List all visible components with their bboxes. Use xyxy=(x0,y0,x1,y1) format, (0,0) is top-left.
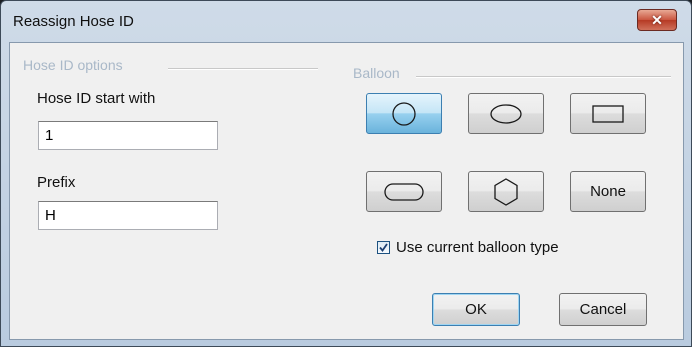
balloon-hexagon-button[interactable] xyxy=(468,171,544,212)
none-button-label: None xyxy=(590,183,626,200)
dialog-body: Hose ID options Hose ID start with Prefi… xyxy=(9,42,684,340)
checkmark-icon xyxy=(379,243,388,252)
balloon-rounded-rectangle-button[interactable] xyxy=(366,171,442,212)
close-button[interactable]: ✕ xyxy=(637,9,677,31)
balloon-divider xyxy=(416,76,671,78)
rounded-rectangle-shape-icon xyxy=(384,182,424,201)
prefix-input[interactable] xyxy=(38,201,218,230)
use-current-balloon-row[interactable]: Use current balloon type xyxy=(377,239,559,256)
balloon-circle-button[interactable] xyxy=(366,93,442,134)
dialog-window: Reassign Hose ID ✕ Hose ID options Hose … xyxy=(0,0,692,347)
circle-shape-icon xyxy=(392,101,416,126)
close-icon: ✕ xyxy=(651,11,663,28)
balloon-rectangle-button[interactable] xyxy=(570,93,646,134)
dialog-title: Reassign Hose ID xyxy=(13,13,134,30)
ellipse-shape-icon xyxy=(490,103,522,124)
ok-button[interactable]: OK xyxy=(432,293,520,326)
hose-id-options-divider xyxy=(168,68,318,70)
hexagon-shape-icon xyxy=(494,177,518,206)
prefix-label: Prefix xyxy=(37,174,76,191)
hose-id-start-input[interactable] xyxy=(38,121,218,150)
balloon-none-button[interactable]: None xyxy=(570,171,646,212)
title-bar[interactable]: Reassign Hose ID ✕ xyxy=(1,1,691,41)
use-current-balloon-label: Use current balloon type xyxy=(396,239,559,256)
balloon-group-label: Balloon xyxy=(353,65,400,81)
use-current-balloon-checkbox[interactable] xyxy=(377,241,390,254)
balloon-ellipse-button[interactable] xyxy=(468,93,544,134)
hose-id-options-group-label: Hose ID options xyxy=(23,57,123,73)
hose-id-start-label: Hose ID start with xyxy=(37,90,156,107)
cancel-button[interactable]: Cancel xyxy=(559,293,647,326)
rectangle-shape-icon xyxy=(592,104,624,123)
